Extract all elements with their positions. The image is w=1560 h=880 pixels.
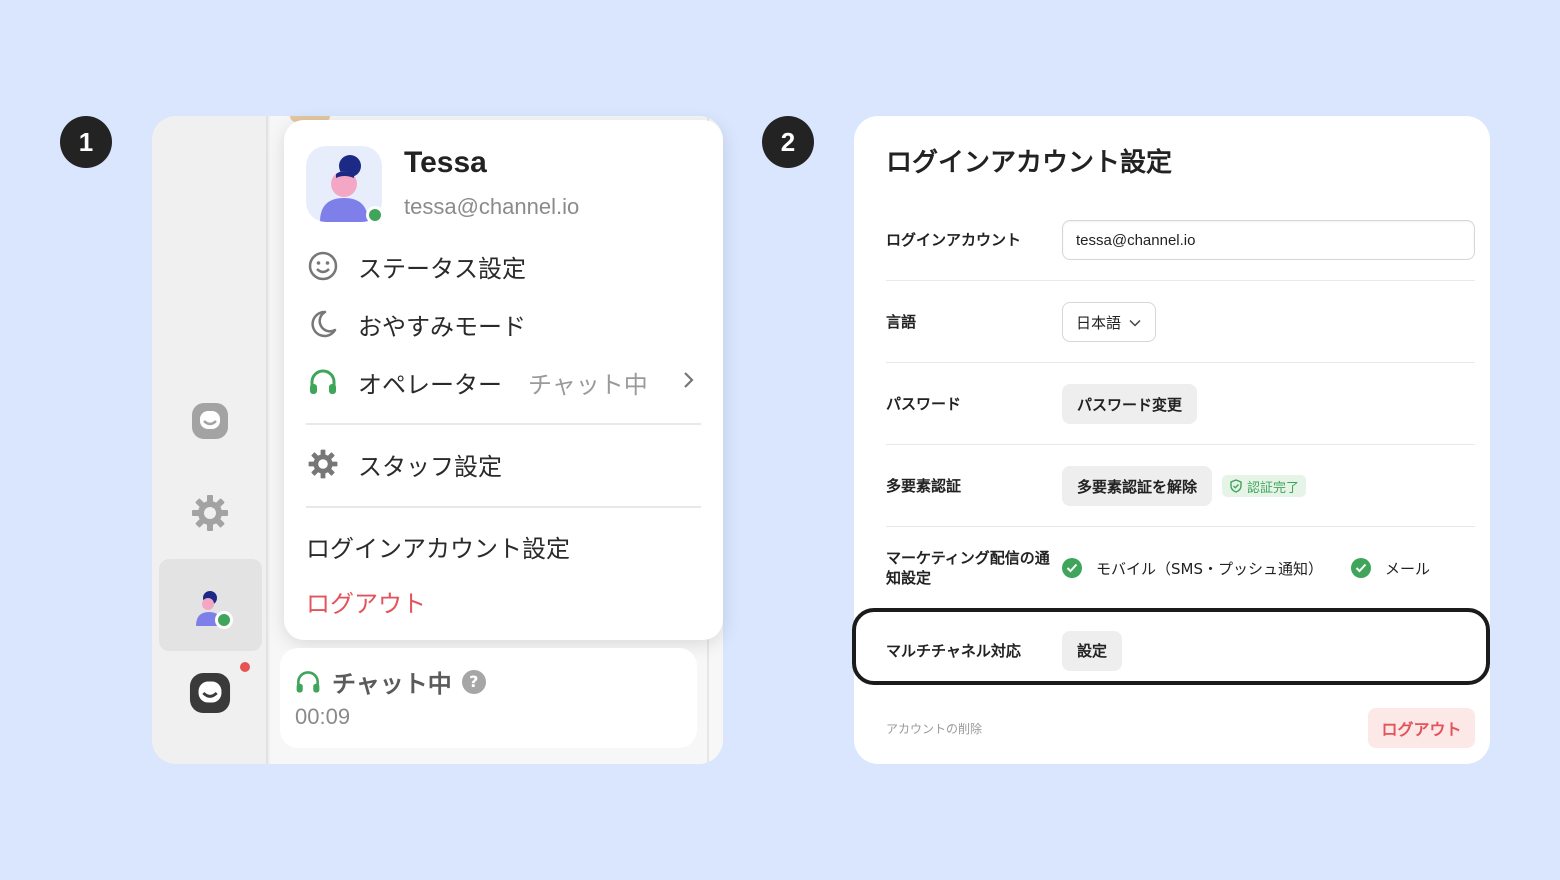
profile-name: Tessa — [404, 146, 487, 179]
menu-item-label: オペレーター — [358, 370, 502, 399]
row-label: 多要素認証 — [886, 477, 962, 495]
login-account-field[interactable]: tessa@channel.io — [1062, 220, 1475, 260]
help-icon[interactable]: ? — [461, 669, 486, 694]
settings-row-password: パスワード パスワード変更 — [886, 364, 1475, 445]
menu-item-operator[interactable]: オペレーター チャット中 — [306, 362, 701, 402]
step-number-1: 1 — [60, 116, 112, 168]
online-status-dot — [215, 611, 233, 629]
chevron-right-icon — [681, 368, 695, 396]
row-label: マーケティング配信の通知設定 — [886, 549, 1050, 587]
menu-item-label: ステータス設定 — [358, 254, 526, 283]
language-value: 日本語 — [1076, 313, 1122, 332]
settings-row-language: 言語 日本語 — [886, 282, 1475, 363]
marketing-mail-checkbox[interactable]: メール — [1351, 558, 1430, 579]
operator-status: チャット中 — [528, 370, 648, 399]
menu-item-logout[interactable]: ログアウト — [306, 581, 701, 621]
disable-mfa-button[interactable]: 多要素認証を解除 — [1062, 466, 1213, 506]
checkbox-label: モバイル（SMS・プッシュ通知） — [1096, 559, 1323, 578]
online-status-dot — [366, 206, 384, 224]
menu-item-login-account-settings[interactable]: ログインアカウント設定 — [306, 526, 701, 566]
gear-icon — [306, 447, 340, 481]
profile-email: tessa@channel.io — [404, 194, 580, 219]
logout-button[interactable]: ログアウト — [1368, 708, 1475, 748]
smile-icon — [306, 249, 340, 283]
row-label: パスワード — [886, 395, 962, 413]
settings-row-login-account: ログインアカウント tessa@channel.io — [886, 200, 1475, 281]
settings-row-mfa: 多要素認証 多要素認証を解除 認証完了 — [886, 446, 1475, 527]
marketing-mobile-checkbox[interactable]: モバイル（SMS・プッシュ通知） — [1062, 558, 1323, 579]
gear-icon[interactable] — [189, 492, 231, 534]
menu-item-label: おやすみモード — [358, 312, 526, 341]
moon-icon — [306, 307, 340, 341]
channel-talk-icon[interactable] — [189, 672, 231, 714]
highlight-outline — [852, 608, 1490, 685]
menu-item-label: スタッフ設定 — [358, 452, 502, 481]
menu-item-status-setting[interactable]: ステータス設定 — [306, 246, 701, 286]
settings-row-marketing: マーケティング配信の通知設定 モバイル（SMS・プッシュ通知） メール — [886, 528, 1475, 609]
chat-icon[interactable] — [189, 400, 231, 442]
headset-icon — [306, 365, 340, 399]
chat-status-label: チャット中 — [332, 670, 452, 698]
checkmark-icon — [1062, 558, 1082, 578]
checkmark-icon — [1351, 558, 1371, 578]
change-password-button[interactable]: パスワード変更 — [1062, 384, 1198, 424]
language-select[interactable]: 日本語 — [1062, 302, 1157, 342]
menu-item-do-not-disturb[interactable]: おやすみモード — [306, 304, 701, 344]
chevron-down-icon — [1129, 313, 1141, 331]
chat-timer: 00:09 — [295, 704, 351, 729]
row-label: 言語 — [886, 313, 917, 331]
menu-item-staff-settings[interactable]: スタッフ設定 — [306, 444, 701, 484]
profile-menu: Tessa tessa@channel.io ステータス設定 おやすみモード オ… — [284, 120, 723, 640]
menu-divider — [306, 506, 701, 508]
shield-check-icon — [1229, 479, 1243, 493]
row-label: ログインアカウント — [886, 231, 1022, 249]
delete-account-link[interactable]: アカウントの削除 — [886, 720, 982, 737]
menu-divider — [306, 423, 701, 425]
page-title: ログインアカウント設定 — [886, 148, 1173, 178]
sidebar-rail — [152, 116, 268, 764]
sidebar-profile-button[interactable] — [159, 559, 262, 651]
headset-icon — [294, 667, 324, 697]
step-number-2: 2 — [762, 116, 814, 168]
verified-badge-label: 認証完了 — [1247, 480, 1300, 496]
checkbox-label: メール — [1385, 559, 1431, 578]
verified-badge: 認証完了 — [1222, 475, 1307, 497]
chat-status-card[interactable]: チャット中 ? 00:09 — [280, 648, 697, 748]
notification-dot — [240, 662, 250, 672]
